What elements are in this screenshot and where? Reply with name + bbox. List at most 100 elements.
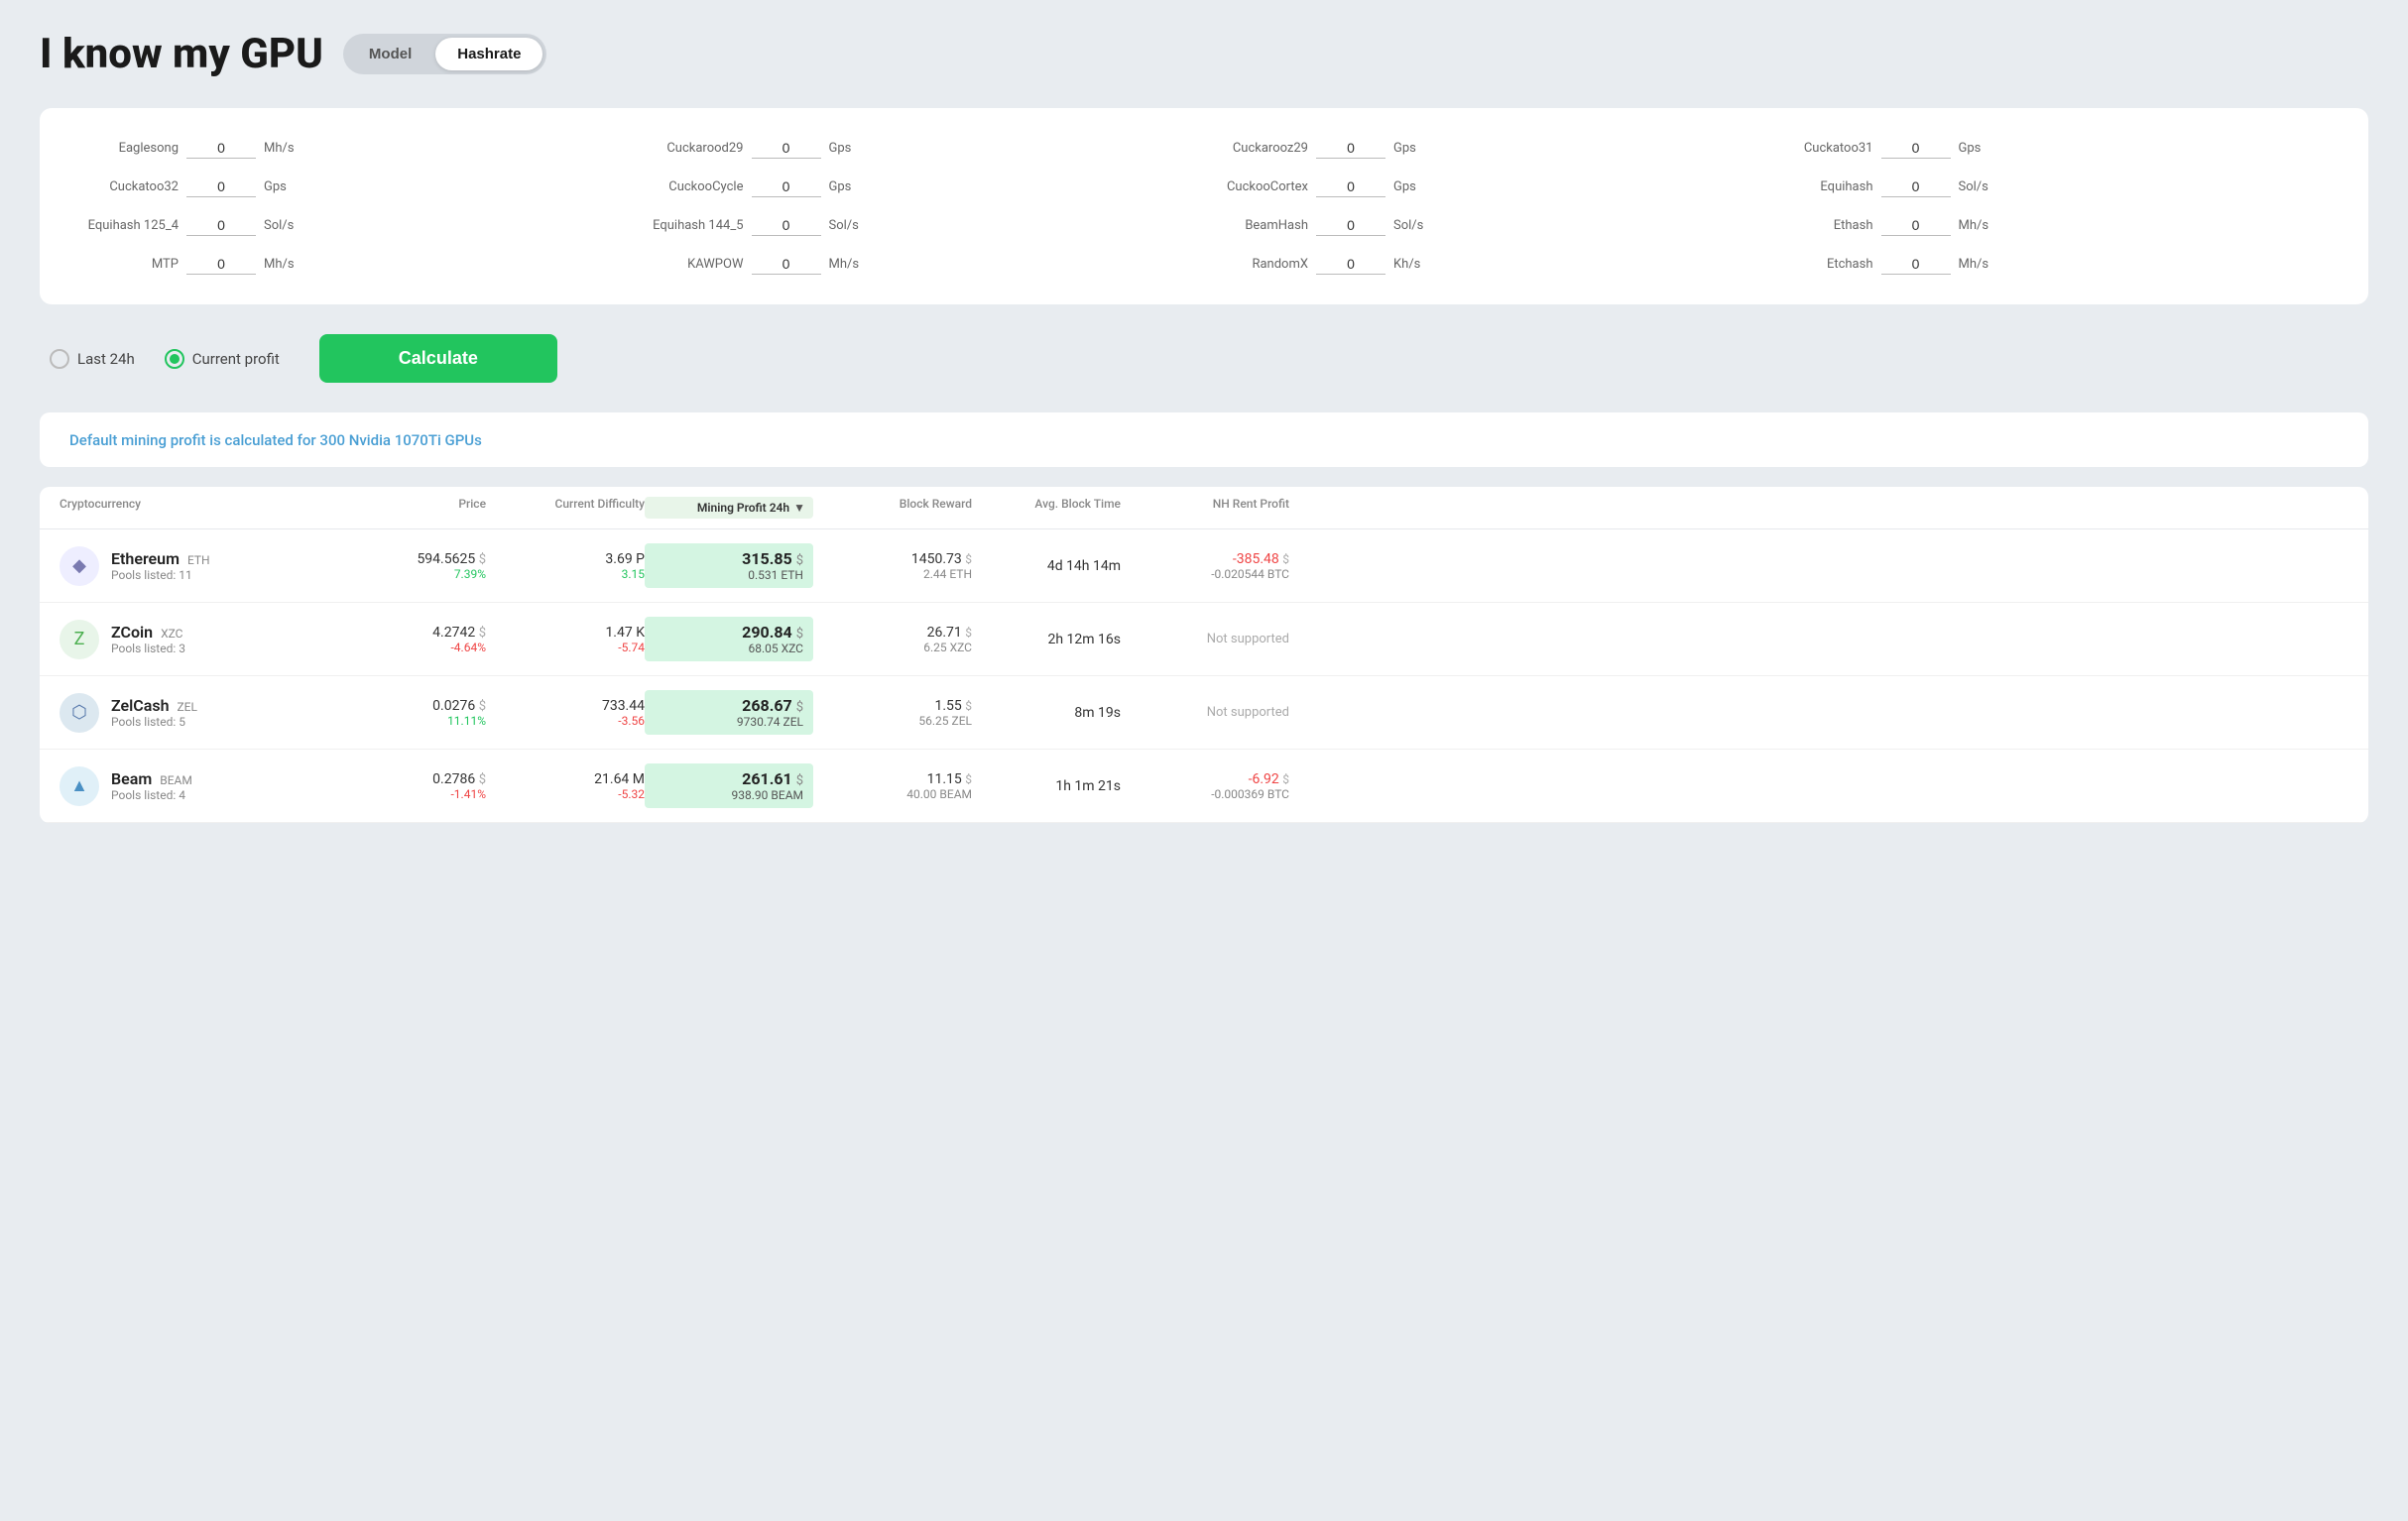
hash-input-cuckarooz29[interactable] — [1316, 138, 1385, 159]
radio-current-profit-label: Current profit — [192, 350, 280, 368]
hash-field-cuckarooz29: Cuckarooz29 Gps — [1209, 138, 1764, 159]
th-profit[interactable]: Mining Profit 24h ▼ — [645, 497, 813, 519]
coin-symbol-beam: BEAM — [160, 773, 192, 787]
hash-label-beamhash: BeamHash — [1209, 218, 1308, 233]
profit-cell-zelcash: 268.67 $ 9730.74 ZEL — [645, 690, 813, 735]
hash-field-equihash_125_4: Equihash 125_4 Sol/s — [79, 215, 635, 236]
block-time-cell-zelcash: 8m 19s — [972, 705, 1121, 721]
info-text: Default mining profit is calculated for … — [69, 431, 482, 449]
hash-field-cuckoo_cycle: CuckooCycle Gps — [645, 176, 1200, 197]
hash-field-randomx: RandomX Kh/s — [1209, 254, 1764, 275]
tab-hashrate[interactable]: Hashrate — [435, 38, 542, 70]
block-time-cell-beam: 1h 1m 21s — [972, 778, 1121, 794]
coin-symbol-zelcash: ZEL — [177, 700, 196, 714]
hash-input-eaglesong[interactable] — [186, 138, 256, 159]
table-row-zcoin[interactable]: Z ZCoin XZC Pools listed: 3 4.2742 $ -4.… — [40, 603, 2368, 676]
block-reward-cell-zelcash: 1.55 $ 56.25 ZEL — [813, 698, 972, 728]
beam-icon: ▲ — [60, 766, 99, 806]
hash-unit-etchash: Mh/s — [1959, 257, 1993, 272]
nh-profit-beam: -6.92 $ -0.000369 BTC — [1121, 771, 1289, 801]
results-table: Cryptocurrency Price Current Difficulty … — [40, 487, 2368, 823]
hash-input-equihash_144_5[interactable] — [752, 215, 821, 236]
hash-unit-cuckoo_cortex: Gps — [1393, 179, 1428, 194]
table-row-ethereum[interactable]: ◆ Ethereum ETH Pools listed: 11 594.5625… — [40, 529, 2368, 603]
hash-unit-beamhash: Sol/s — [1393, 218, 1428, 233]
hash-label-randomx: RandomX — [1209, 257, 1308, 272]
hash-unit-ethash: Mh/s — [1959, 218, 1993, 233]
hash-label-ethash: Ethash — [1774, 218, 1873, 233]
diff-cell-zelcash: 733.44 -3.56 — [486, 698, 645, 728]
hash-label-etchash: Etchash — [1774, 257, 1873, 272]
radio-last24h-label: Last 24h — [77, 350, 135, 368]
hash-unit-cuckoo_cycle: Gps — [829, 179, 864, 194]
radio-last24h-circle — [50, 349, 69, 369]
hash-input-beamhash[interactable] — [1316, 215, 1385, 236]
hash-input-randomx[interactable] — [1316, 254, 1385, 275]
table-row-beam[interactable]: ▲ Beam BEAM Pools listed: 4 0.2786 $ -1.… — [40, 750, 2368, 823]
diff-cell-zcoin: 1.47 K -5.74 — [486, 625, 645, 654]
hash-unit-equihash_125_4: Sol/s — [264, 218, 299, 233]
hashrate-panel: Eaglesong Mh/s Cuckarood29 Gps Cuckarooz… — [40, 108, 2368, 304]
th-price: Price — [337, 497, 486, 519]
hash-unit-cuckarood29: Gps — [829, 141, 864, 156]
hash-input-kawpow[interactable] — [752, 254, 821, 275]
hash-unit-kawpow: Mh/s — [829, 257, 864, 272]
hash-field-cuckatoo31: Cuckatoo31 Gps — [1774, 138, 2330, 159]
hash-input-cuckoo_cycle[interactable] — [752, 176, 821, 197]
hash-input-equihash_125_4[interactable] — [186, 215, 256, 236]
hash-label-cuckatoo31: Cuckatoo31 — [1774, 141, 1873, 156]
block-reward-cell-ethereum: 1450.73 $ 2.44 ETH — [813, 551, 972, 581]
coin-cell-zcoin: Z ZCoin XZC Pools listed: 3 — [60, 620, 337, 659]
hash-label-cuckatoo32: Cuckatoo32 — [79, 179, 179, 194]
nh-not-supported-zelcash: Not supported — [1121, 705, 1289, 720]
hash-input-cuckarood29[interactable] — [752, 138, 821, 159]
radio-last24h[interactable]: Last 24h — [50, 349, 135, 369]
coin-name-ethereum: Ethereum — [111, 549, 180, 568]
coin-name-beam: Beam — [111, 769, 152, 788]
th-difficulty: Current Difficulty — [486, 497, 645, 519]
th-block-time: Avg. Block Time — [972, 497, 1121, 519]
hash-field-ethash: Ethash Mh/s — [1774, 215, 2330, 236]
diff-cell-beam: 21.64 M -5.32 — [486, 771, 645, 801]
hash-label-cuckoo_cycle: CuckooCycle — [645, 179, 744, 194]
hash-label-equihash: Equihash — [1774, 179, 1873, 194]
hash-unit-cuckarooz29: Gps — [1393, 141, 1428, 156]
hash-label-mtp: MTP — [79, 257, 179, 272]
hash-field-kawpow: KAWPOW Mh/s — [645, 254, 1200, 275]
nh-profit-ethereum: -385.48 $ -0.020544 BTC — [1121, 551, 1289, 581]
price-cell-zelcash: 0.0276 $ 11.11% — [337, 698, 486, 728]
hash-field-beamhash: BeamHash Sol/s — [1209, 215, 1764, 236]
th-block-reward: Block Reward — [813, 497, 972, 519]
price-cell-ethereum: 594.5625 $ 7.39% — [337, 551, 486, 581]
table-row-zelcash[interactable]: ⬡ ZelCash ZEL Pools listed: 5 0.0276 $ 1… — [40, 676, 2368, 750]
hash-input-equihash[interactable] — [1881, 176, 1951, 197]
hash-input-mtp[interactable] — [186, 254, 256, 275]
nh-not-supported-zcoin: Not supported — [1121, 632, 1289, 646]
tab-model[interactable]: Model — [347, 38, 433, 70]
hash-input-ethash[interactable] — [1881, 215, 1951, 236]
coin-name-zelcash: ZelCash — [111, 696, 170, 715]
coin-pools-zelcash: Pools listed: 5 — [111, 715, 197, 729]
hash-input-cuckatoo32[interactable] — [186, 176, 256, 197]
zel-icon: ⬡ — [60, 693, 99, 733]
controls-row: Last 24h Current profit Calculate — [40, 334, 2368, 383]
hash-input-cuckoo_cortex[interactable] — [1316, 176, 1385, 197]
hash-field-etchash: Etchash Mh/s — [1774, 254, 2330, 275]
block-reward-cell-beam: 11.15 $ 40.00 BEAM — [813, 771, 972, 801]
radio-current-profit[interactable]: Current profit — [165, 349, 280, 369]
hash-input-etchash[interactable] — [1881, 254, 1951, 275]
coin-symbol-ethereum: ETH — [187, 553, 210, 567]
hash-unit-randomx: Kh/s — [1393, 257, 1428, 272]
hash-unit-cuckatoo31: Gps — [1959, 141, 1993, 156]
hash-unit-equihash_144_5: Sol/s — [829, 218, 864, 233]
th-nh-profit: NH Rent Profit — [1121, 497, 1289, 519]
hash-unit-eaglesong: Mh/s — [264, 141, 299, 156]
profit-cell-beam: 261.61 $ 938.90 BEAM — [645, 763, 813, 808]
hash-label-kawpow: KAWPOW — [645, 257, 744, 272]
table-header: Cryptocurrency Price Current Difficulty … — [40, 487, 2368, 529]
calculate-button[interactable]: Calculate — [319, 334, 557, 383]
coin-pools-beam: Pools listed: 4 — [111, 788, 192, 802]
tab-group: Model Hashrate — [343, 34, 547, 74]
hash-field-cuckoo_cortex: CuckooCortex Gps — [1209, 176, 1764, 197]
hash-input-cuckatoo31[interactable] — [1881, 138, 1951, 159]
